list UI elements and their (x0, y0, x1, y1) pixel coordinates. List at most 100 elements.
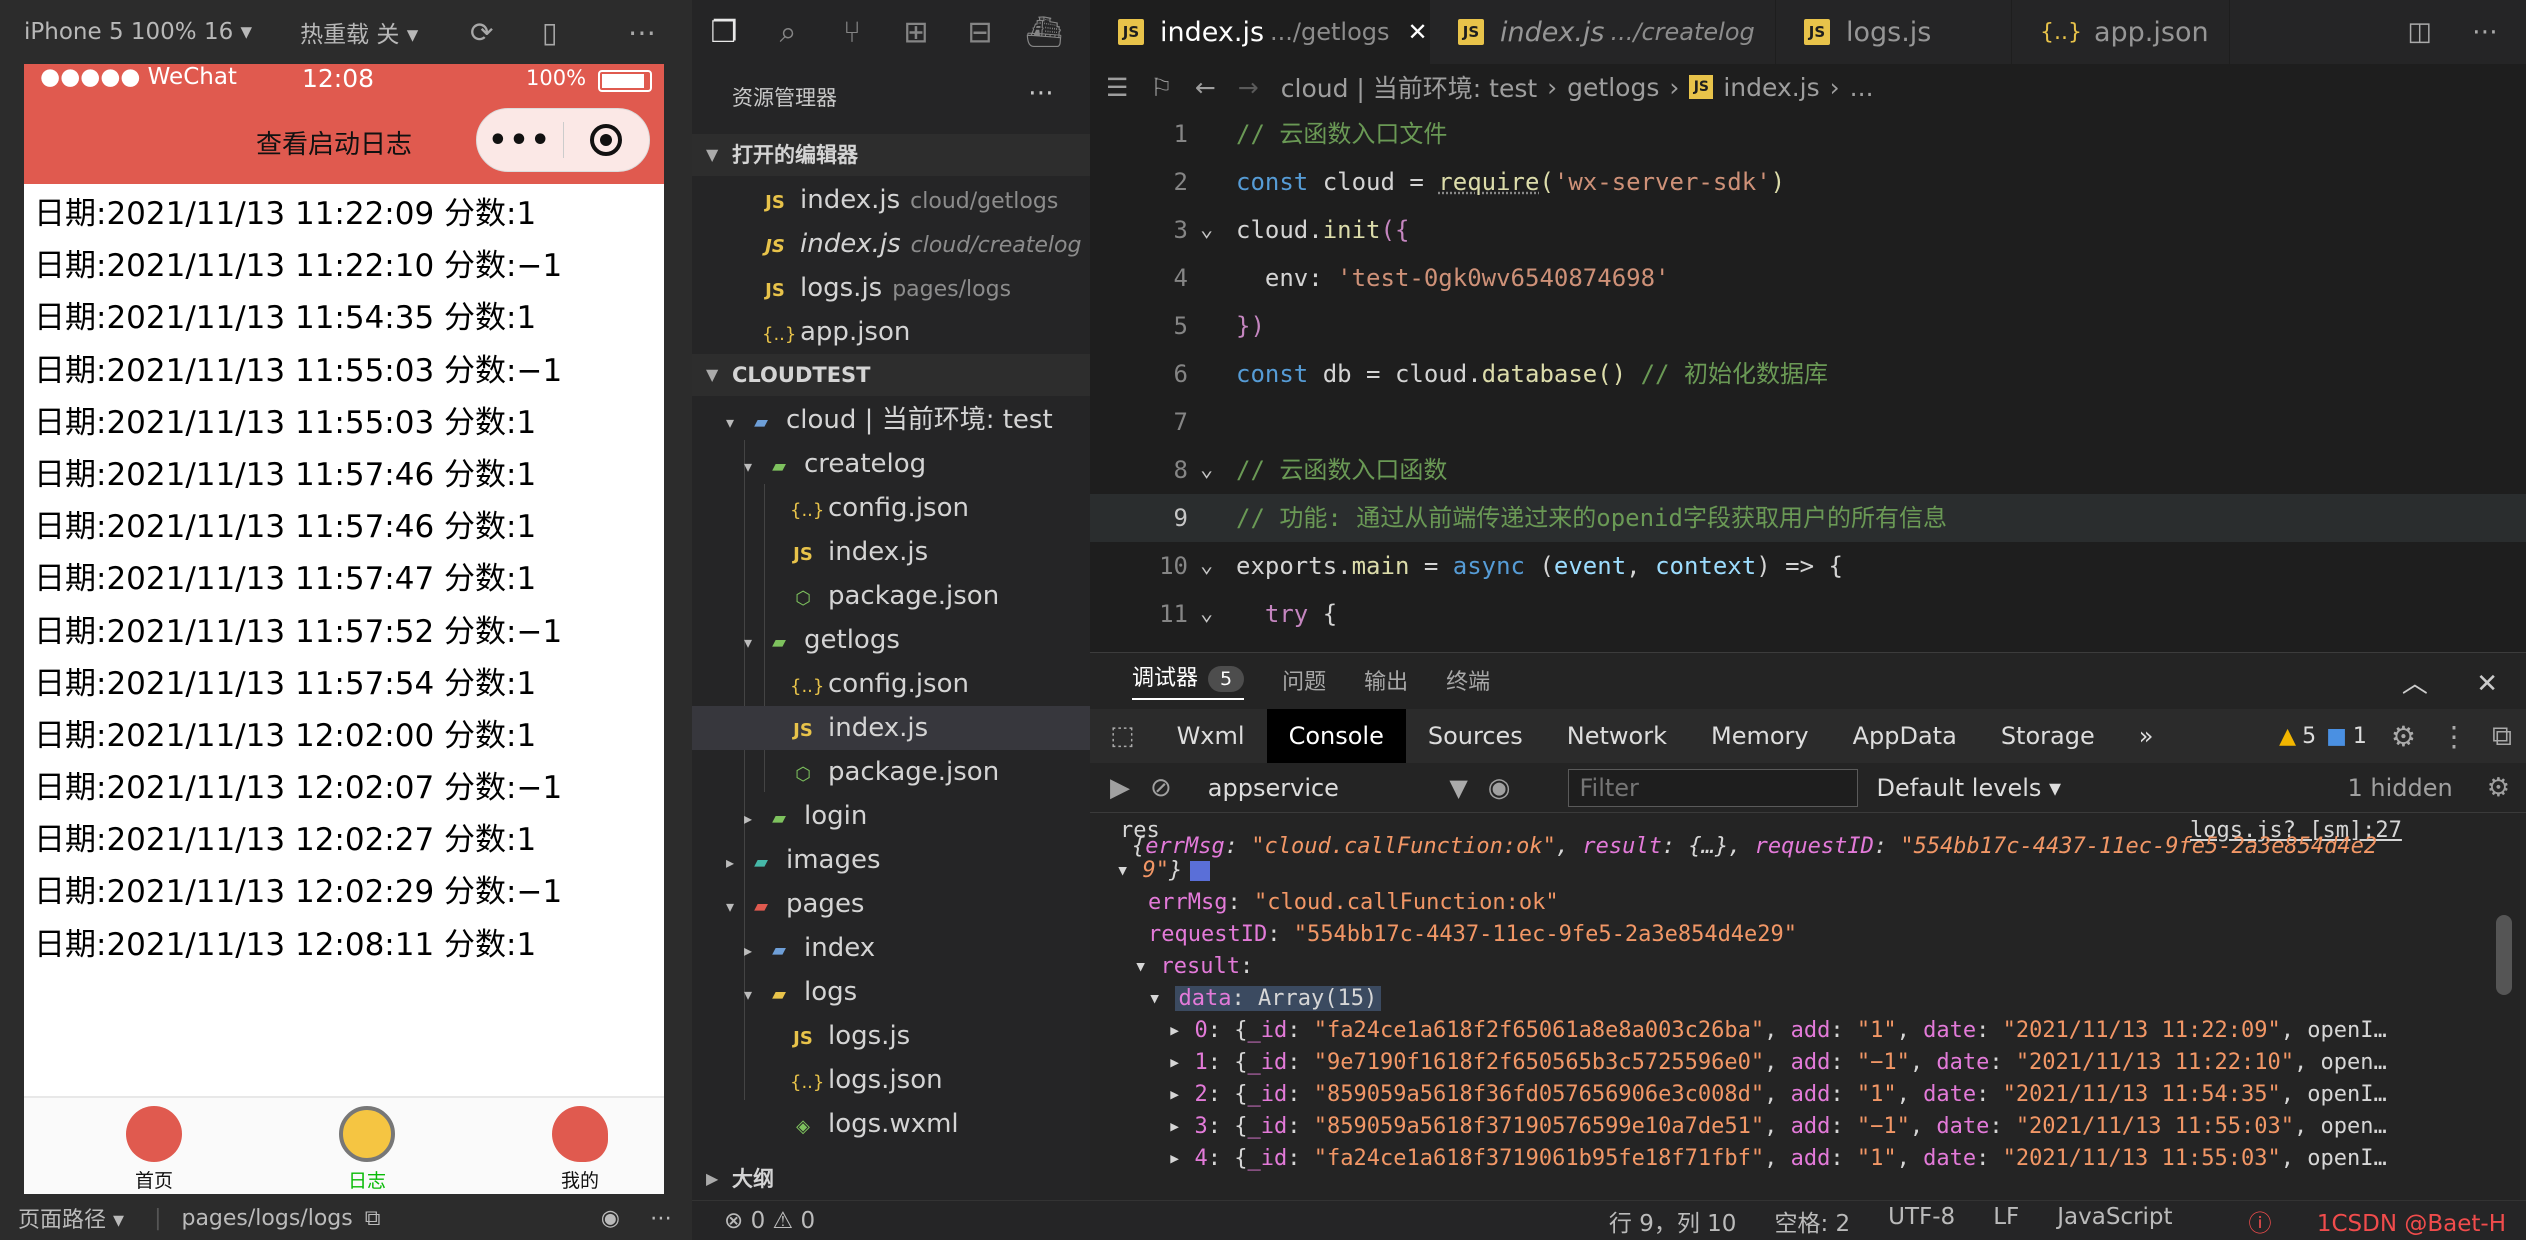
tab-debugger[interactable]: 调试器 5 (1132, 660, 1245, 700)
tab-index-getlogs[interactable]: JS index.js .../getlogs ✕ (1090, 0, 1430, 64)
console-array-item[interactable]: ▸ 4: {_id: "fa24ce1a618f3719061b95fe18f7… (1168, 1143, 2526, 1175)
tab-appdata[interactable]: AppData (1831, 709, 1979, 763)
breadcrumb-folder[interactable]: getlogs (1567, 73, 1659, 102)
tab-app-json[interactable]: {..} app.json (2012, 0, 2230, 64)
dock-icon[interactable]: ⧉ (2492, 719, 2512, 753)
tree-folder-logs[interactable]: ▾ ▰ logs (692, 970, 1090, 1014)
search-icon[interactable]: ⌕ (756, 15, 820, 50)
bookmark-icon[interactable]: ⚐ (1150, 73, 1172, 102)
open-editors-header[interactable]: ▼ 打开的编辑器 (692, 134, 1090, 176)
cloud-icon[interactable]: ⊟ (948, 15, 1012, 50)
tab-problems[interactable]: 问题 (1282, 664, 1326, 696)
sidebar-toggle-icon[interactable]: ▶ (1110, 773, 1130, 803)
chevron-down-icon[interactable]: ▾ (1116, 858, 1143, 883)
log-levels-select[interactable]: Default levels ▾ (1876, 774, 2061, 802)
tree-folder-index[interactable]: ▸ ▰ index (692, 926, 1090, 970)
more-tabs-icon[interactable]: » (2117, 709, 2176, 763)
tree-folder-createlog[interactable]: ▾ ▰ createlog (692, 442, 1090, 486)
gear-icon[interactable]: ⚙ (2487, 773, 2510, 803)
list-icon[interactable]: ☰ (1106, 73, 1128, 102)
refresh-icon[interactable]: ⟳ (470, 16, 493, 49)
split-editor-icon[interactable]: ◫ (2407, 17, 2432, 47)
error-indicator[interactable]: ⓘ 1CSDN @Baet-H (2211, 1204, 2506, 1238)
console-array-item[interactable]: ▸ 2: {_id: "859059a5618f36fd057656906e3c… (1168, 1079, 2526, 1111)
gear-icon[interactable]: ⚙ (2391, 720, 2416, 753)
console-output[interactable]: res logs.js? [sm]:27 {errMsg: "cloud.cal… (1090, 815, 2526, 1201)
page-path-select[interactable]: 页面路径 ▾ (18, 1202, 124, 1234)
close-icon[interactable]: ✕ (2476, 669, 2498, 699)
info-count[interactable]: 1 (2353, 724, 2367, 749)
tab-console[interactable]: Console (1266, 709, 1406, 763)
tree-file[interactable]: {..} logs.json (692, 1058, 1090, 1102)
fold-chevron-icon[interactable]: ⌄ (1200, 590, 1213, 638)
tab-logs-js[interactable]: JS logs.js (1776, 0, 2012, 64)
hot-reload-toggle[interactable]: 热重载 关 ▾ (300, 15, 418, 49)
capsule-more-icon[interactable]: ••• (477, 123, 563, 158)
extensions-icon[interactable]: ⊞ (884, 15, 948, 50)
code-area[interactable]: 1// 云函数入口文件 2 const cloud = require('wx-s… (1090, 110, 2526, 638)
breadcrumb-file[interactable]: index.js (1723, 73, 1819, 102)
tree-folder-getlogs[interactable]: ▾ ▰ getlogs (692, 618, 1090, 662)
language-mode[interactable]: JavaScript (2057, 1204, 2172, 1238)
more-icon[interactable]: ⋯ (2472, 17, 2498, 47)
tab-index-createlog[interactable]: JS index.js .../createlog (1430, 0, 1776, 64)
maximize-icon[interactable]: ︿ (2402, 669, 2428, 699)
console-array-item[interactable]: ▸ 0: {_id: "fa24ce1a618f2f65061a8e8a003c… (1168, 1015, 2526, 1047)
cursor-position[interactable]: 行 9，列 10 (1609, 1204, 1737, 1238)
tree-folder-login[interactable]: ▸ ▰ login (692, 794, 1090, 838)
chevron-down-icon[interactable]: ▾ (1134, 954, 1161, 979)
chevron-down-icon[interactable]: ▾ (1148, 986, 1175, 1011)
breadcrumb-rest[interactable]: ... (1850, 73, 1874, 102)
console-prop[interactable]: ▾ data: Array(15) (1148, 983, 2526, 1015)
tree-file[interactable]: JS logs.js (692, 1014, 1090, 1058)
back-icon[interactable]: ← (1195, 73, 1216, 102)
console-array-item[interactable]: ▸ 3: {_id: "859059a5618f37190576599e10a7… (1168, 1111, 2526, 1143)
line-ending[interactable]: LF (1993, 1204, 2019, 1238)
tree-file[interactable]: JS index.js (692, 530, 1090, 574)
tab-sources[interactable]: Sources (1406, 709, 1545, 763)
scrollbar[interactable] (2496, 915, 2512, 995)
more-vertical-icon[interactable]: ⋮ (2440, 720, 2468, 753)
copy-icon[interactable]: ⧉ (365, 1206, 381, 1231)
tree-file[interactable]: {..} config.json (692, 662, 1090, 706)
indentation[interactable]: 空格: 2 (1774, 1204, 1850, 1238)
device-select[interactable]: iPhone 5 100% 16 ▾ (24, 19, 252, 45)
forward-icon[interactable]: → (1238, 73, 1259, 102)
fold-chevron-icon[interactable]: ⌄ (1200, 542, 1213, 590)
phone-icon[interactable]: ▯ (542, 16, 557, 49)
open-editor-item[interactable]: JS logs.js pages/logs (692, 266, 1090, 310)
project-header[interactable]: ▼ CLOUDTEST (692, 354, 1090, 396)
clear-console-icon[interactable]: ⊘ (1150, 773, 1172, 803)
outline-header[interactable]: ▶ 大纲 (692, 1158, 1090, 1200)
tree-file[interactable]: ⬡ package.json (692, 750, 1090, 794)
context-select[interactable]: appservice ▼ (1208, 774, 1468, 802)
console-array-item[interactable]: ▸ 1: {_id: "9e7190f1618f2f650565b3c57255… (1168, 1047, 2526, 1079)
problems-count[interactable]: ⊗ 0 ⚠ 0 (692, 1208, 815, 1234)
capsule-close-icon[interactable] (564, 124, 649, 156)
source-control-icon[interactable]: ⑂ (820, 15, 884, 50)
tree-folder-images[interactable]: ▸ ▰ images (692, 838, 1090, 882)
filter-input[interactable] (1568, 768, 1859, 807)
tab-wxml[interactable]: Wxml (1155, 709, 1267, 763)
inspect-element-icon[interactable]: ⬚ (1090, 721, 1155, 751)
tree-file[interactable]: {..} config.json (692, 486, 1090, 530)
open-editor-item[interactable]: JS index.js cloud/createlog (692, 222, 1090, 266)
breadcrumb-root[interactable]: cloud | 当前环境: test (1281, 69, 1537, 105)
open-editor-item[interactable]: {..} app.json (692, 310, 1090, 354)
encoding[interactable]: UTF-8 (1888, 1204, 1955, 1238)
tab-home[interactable]: 首页 (104, 1106, 204, 1193)
docker-icon[interactable]: ⛴ (1012, 15, 1076, 50)
warning-count[interactable]: 5 (2302, 724, 2316, 749)
console-prop[interactable]: ▾ result: (1134, 951, 2526, 983)
tree-folder-cloud[interactable]: ▾ ▰ cloud | 当前环境: test (692, 398, 1090, 442)
tab-output[interactable]: 输出 (1364, 664, 1408, 696)
tree-folder-pages[interactable]: ▾ ▰ pages (692, 882, 1090, 926)
tab-mine[interactable]: 我的 (530, 1106, 630, 1193)
console-object[interactable]: ▾ 9"} (1116, 855, 2516, 887)
open-editor-item[interactable]: JS index.js cloud/getlogs (692, 178, 1090, 222)
more-icon[interactable]: ⋯ (628, 16, 656, 49)
more-icon[interactable]: ⋯ (650, 1206, 672, 1231)
tab-terminal[interactable]: 终端 (1446, 664, 1490, 696)
fold-chevron-icon[interactable]: ⌄ (1200, 206, 1213, 254)
tab-memory[interactable]: Memory (1689, 709, 1831, 763)
